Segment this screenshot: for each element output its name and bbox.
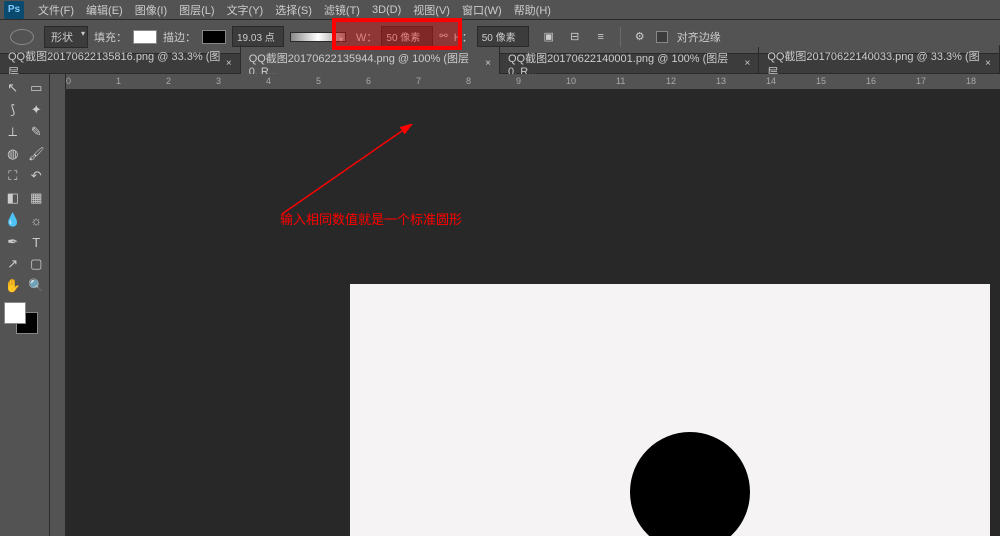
- ellipse-tool-indicator: [10, 29, 34, 45]
- align-edges-label: 对齐边缘: [677, 29, 721, 45]
- shape-mode-dropdown[interactable]: 形状: [44, 26, 88, 48]
- menu-window[interactable]: 窗口(W): [456, 2, 508, 18]
- move-tool[interactable]: ↖: [2, 78, 24, 98]
- app-logo: Ps: [4, 1, 24, 19]
- lasso-tool[interactable]: ⟆: [2, 100, 24, 120]
- toolbox: ↖▭ ⟆✦ ⟂✎ ◍🖌 ⛶↶ ◧▦ 💧☼ ✒T ↗▢ ✋🔍: [0, 74, 50, 536]
- ruler-tick: 10: [566, 76, 576, 86]
- menu-image[interactable]: 图像(I): [129, 2, 173, 18]
- ruler-tick: 13: [716, 76, 726, 86]
- eraser-tool[interactable]: ◧: [2, 188, 24, 208]
- type-tool[interactable]: T: [26, 232, 48, 252]
- ruler-tick: 17: [916, 76, 926, 86]
- path-arrange-icon[interactable]: ≡: [591, 27, 611, 47]
- ruler-tick: 5: [316, 76, 321, 86]
- close-icon[interactable]: ×: [744, 58, 750, 69]
- menu-view[interactable]: 视图(V): [407, 2, 456, 18]
- ruler-tick: 1: [116, 76, 121, 86]
- ruler-horizontal: 0123456789101112131415161718: [66, 74, 1000, 90]
- eyedropper-tool[interactable]: ✎: [26, 122, 48, 142]
- canvas-area[interactable]: 0123456789101112131415161718 输入相同数值就是一个标…: [50, 74, 1000, 536]
- path-combine-icon[interactable]: ▣: [539, 27, 559, 47]
- color-picker[interactable]: [2, 302, 42, 338]
- wand-tool[interactable]: ✦: [26, 100, 48, 120]
- ruler-tick: 11: [616, 76, 625, 86]
- divider: [620, 27, 621, 47]
- stamp-tool[interactable]: ⛶: [2, 166, 24, 186]
- circle-shape[interactable]: [630, 432, 750, 536]
- ruler-tick: 2: [166, 76, 171, 86]
- close-icon[interactable]: ×: [226, 58, 232, 69]
- ruler-tick: 16: [866, 76, 876, 86]
- path-select-tool[interactable]: ↗: [2, 254, 24, 274]
- zoom-tool[interactable]: 🔍: [26, 276, 48, 296]
- ruler-tick: 0: [66, 76, 71, 86]
- workspace: ↖▭ ⟆✦ ⟂✎ ◍🖌 ⛶↶ ◧▦ 💧☼ ✒T ↗▢ ✋🔍 0123456789…: [0, 74, 1000, 536]
- ruler-tick: 18: [966, 76, 976, 86]
- path-align-icon[interactable]: ⊟: [565, 27, 585, 47]
- shape-tool[interactable]: ▢: [26, 254, 48, 274]
- align-edges-checkbox[interactable]: [656, 31, 668, 43]
- blur-tool[interactable]: 💧: [2, 210, 24, 230]
- pen-tool[interactable]: ✒: [2, 232, 24, 252]
- ruler-tick: 8: [466, 76, 471, 86]
- ruler-tick: 15: [816, 76, 826, 86]
- menu-help[interactable]: 帮助(H): [508, 2, 557, 18]
- crop-tool[interactable]: ⟂: [2, 122, 24, 142]
- close-icon[interactable]: ×: [985, 58, 991, 69]
- brush-tool[interactable]: 🖌: [26, 144, 48, 164]
- ruler-tick: 12: [666, 76, 676, 86]
- gradient-tool[interactable]: ▦: [26, 188, 48, 208]
- history-brush-tool[interactable]: ↶: [26, 166, 48, 186]
- gear-icon[interactable]: ⚙: [630, 27, 650, 47]
- menu-layer[interactable]: 图层(L): [173, 2, 220, 18]
- menu-type[interactable]: 文字(Y): [221, 2, 270, 18]
- ruler-tick: 9: [516, 76, 521, 86]
- ruler-tick: 4: [266, 76, 271, 86]
- menu-edit[interactable]: 编辑(E): [80, 2, 129, 18]
- menu-select[interactable]: 选择(S): [269, 2, 318, 18]
- menu-3d[interactable]: 3D(D): [366, 4, 407, 16]
- ruler-vertical: [50, 74, 66, 536]
- foreground-color[interactable]: [4, 302, 26, 324]
- ruler-tick: 6: [366, 76, 371, 86]
- dodge-tool[interactable]: ☼: [26, 210, 48, 230]
- heal-tool[interactable]: ◍: [2, 144, 24, 164]
- menu-file[interactable]: 文件(F): [32, 2, 80, 18]
- hand-tool[interactable]: ✋: [2, 276, 24, 296]
- marquee-tool[interactable]: ▭: [26, 78, 48, 98]
- document-tabs: QQ截图20170622135816.png @ 33.3% (图层...× Q…: [0, 54, 1000, 74]
- annotation-highlight-box: [332, 18, 462, 50]
- menu-bar: Ps 文件(F) 编辑(E) 图像(I) 图层(L) 文字(Y) 选择(S) 滤…: [0, 0, 1000, 20]
- annotation-text: 输入相同数值就是一个标准圆形: [280, 209, 462, 228]
- ruler-tick: 7: [416, 76, 421, 86]
- menu-filter[interactable]: 滤镜(T): [318, 2, 366, 18]
- fill-label: 填充：: [94, 29, 127, 45]
- ruler-tick: 14: [766, 76, 776, 86]
- ruler-tick: 3: [216, 76, 221, 86]
- stroke-swatch[interactable]: [202, 30, 226, 44]
- close-icon[interactable]: ×: [485, 58, 491, 69]
- canvas[interactable]: [350, 284, 990, 536]
- stroke-label: 描边：: [163, 29, 196, 45]
- height-input[interactable]: 50 像素: [477, 26, 529, 47]
- fill-swatch[interactable]: [133, 30, 157, 44]
